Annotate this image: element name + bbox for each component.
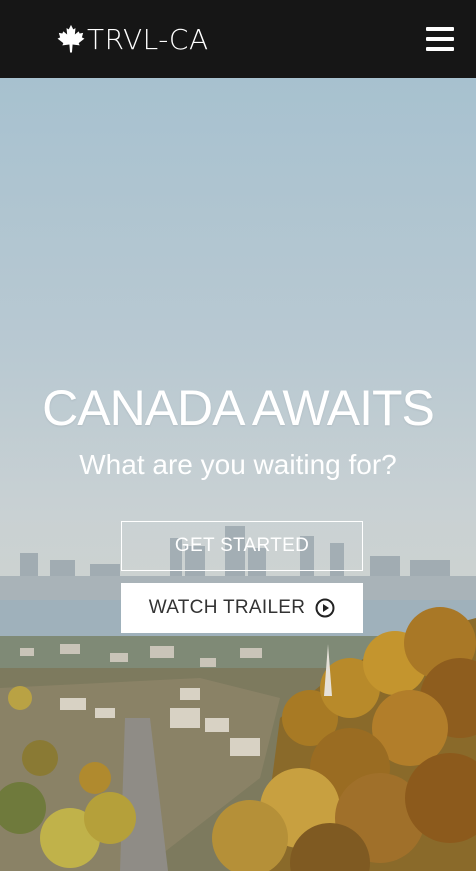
top-navbar: TRVL-CA	[0, 0, 476, 78]
hero-content: CANADA AWAITS What are you waiting for?	[0, 378, 476, 482]
watch-trailer-button[interactable]: WATCH TRAILER	[121, 583, 363, 633]
get-started-button[interactable]: GET STARTED	[121, 521, 363, 571]
hamburger-menu-icon[interactable]	[426, 27, 454, 51]
play-circle-icon	[315, 598, 335, 618]
watch-trailer-label: WATCH TRAILER	[148, 597, 306, 618]
brand-name: TRVL-CA	[87, 22, 209, 56]
get-started-label: GET STARTED	[174, 535, 310, 556]
hero-subtitle: What are you waiting for?	[79, 449, 397, 480]
brand-logo-link[interactable]: TRVL-CA	[55, 23, 209, 56]
hero-section: CANADA AWAITS What are you waiting for? …	[0, 78, 476, 871]
hero-title: CANADA AWAITS	[42, 380, 435, 436]
maple-leaf-icon	[57, 24, 85, 53]
